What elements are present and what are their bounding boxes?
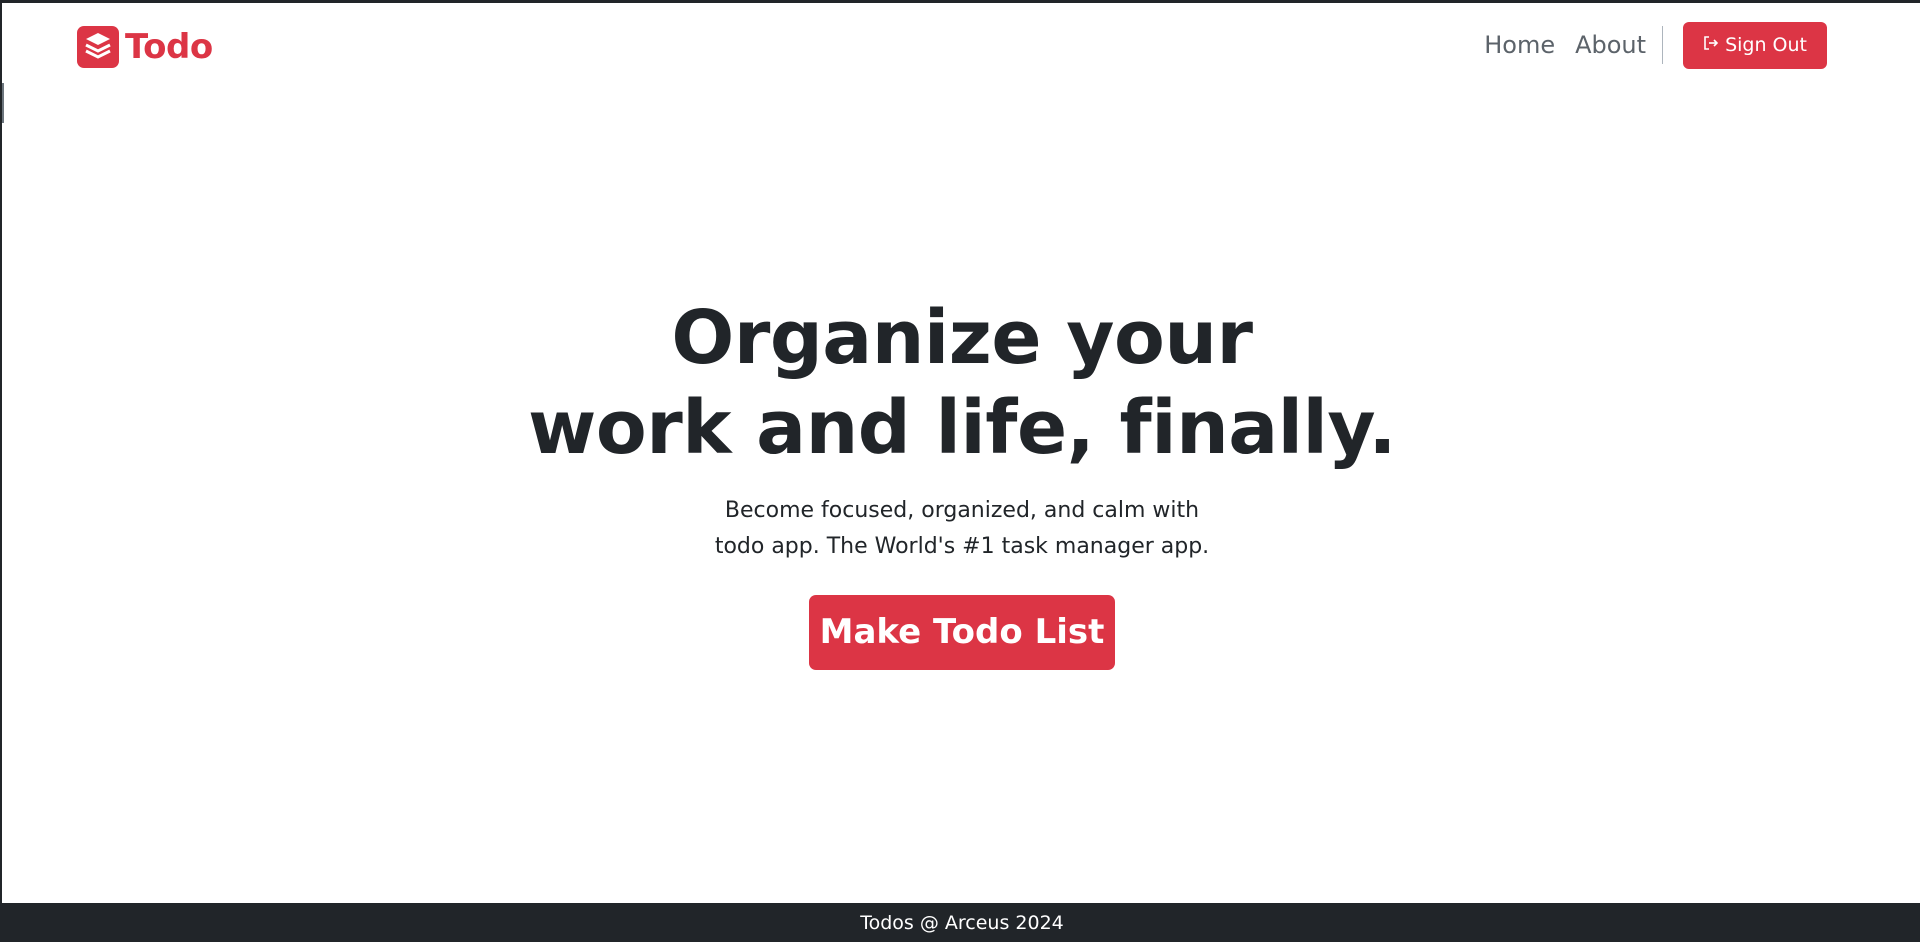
sign-out-icon xyxy=(1703,34,1719,56)
hero-subtitle-line-1: Become focused, organized, and calm with xyxy=(724,498,1200,523)
nav-link-home[interactable]: Home xyxy=(1474,31,1565,59)
hero-subtitle: Become focused, organized, and calm with… xyxy=(2,493,1920,565)
hero-subtitle-line-2: todo app. The World's #1 task manager ap… xyxy=(714,534,1210,559)
footer-text: Todos @ Arceus 2024 xyxy=(860,911,1064,934)
app-window: Todo Home About Sign Out Organize your w xyxy=(0,0,1920,942)
footer: Todos @ Arceus 2024 xyxy=(2,903,1920,942)
nav-links: Home About Sign Out xyxy=(1474,19,1827,71)
make-todo-list-button[interactable]: Make Todo List xyxy=(808,595,1116,670)
brand-logo-link[interactable]: Todo xyxy=(77,26,213,68)
hero-title: Organize your work and life, finally. xyxy=(2,293,1920,473)
nav-divider xyxy=(1662,26,1664,64)
hero-title-line-2: work and life, finally. xyxy=(528,385,1396,471)
navbar: Todo Home About Sign Out xyxy=(2,3,1920,93)
nav-link-about[interactable]: About xyxy=(1565,31,1656,59)
hero-title-line-1: Organize your xyxy=(671,295,1253,381)
stacked-layers-icon xyxy=(77,26,119,68)
brand-name: Todo xyxy=(125,27,213,67)
sign-out-label: Sign Out xyxy=(1725,34,1807,56)
hero-section: Organize your work and life, finally. Be… xyxy=(2,293,1920,670)
sign-out-button[interactable]: Sign Out xyxy=(1683,21,1827,69)
